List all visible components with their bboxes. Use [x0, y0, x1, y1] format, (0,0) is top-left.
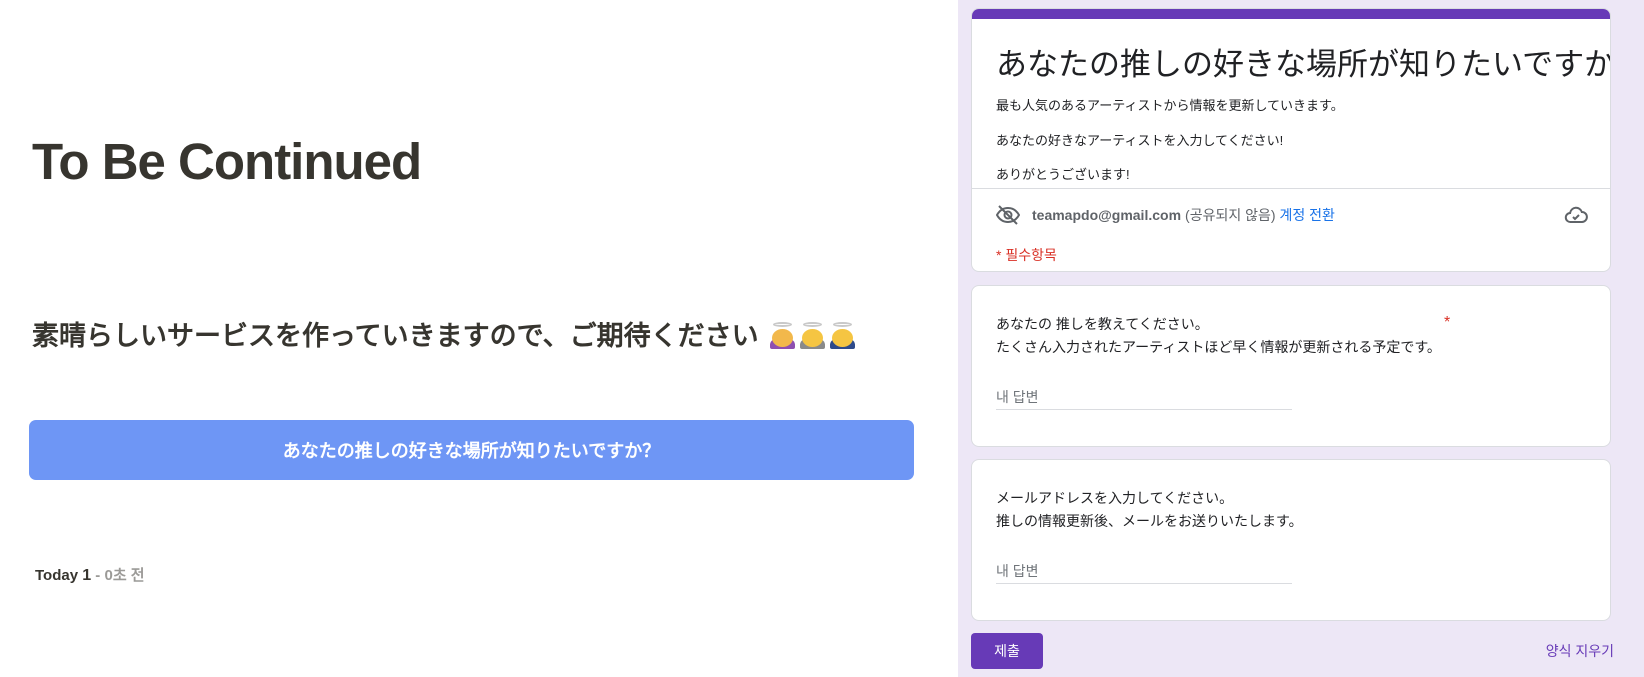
submit-button[interactable]: 제출: [971, 633, 1043, 669]
survey-link-button[interactable]: あなたの推しの好きな場所が知りたいですか？: [29, 420, 914, 480]
oshi-answer-input[interactable]: [996, 384, 1292, 410]
question-text: メールアドレスを入力してください。: [996, 490, 1234, 506]
counter-label: Today: [35, 567, 79, 584]
visit-counter: Today 1 - 0초 전: [35, 564, 145, 585]
subtitle-text: 素晴らしいサービスを作っていきますので、ご期待ください: [32, 321, 759, 351]
question-text: あなたの 推しを教えてください。: [996, 316, 1209, 332]
counter-count: 1: [82, 567, 92, 584]
required-note: * 필수항목: [996, 247, 1057, 263]
form-description-line: 最も人気のあるアーティストから情報を更新していきます。: [996, 98, 1344, 113]
question-text: たくさん入力されたアーティストほど早く情報が更新される予定です。: [996, 339, 1441, 355]
google-form-panel: あなたの推しの好きな場所が知りたいですか？ 最も人気のあるアーティストから情報を…: [958, 0, 1644, 677]
form-header-card: あなたの推しの好きな場所が知りたいですか？ 最も人気のあるアーティストから情報を…: [971, 8, 1611, 272]
form-accent-bar: [972, 9, 1610, 19]
required-asterisk: *: [1444, 314, 1451, 331]
eye-off-icon: [996, 205, 1020, 225]
header-divider: [972, 188, 1610, 189]
not-shared-label: (공유되지 않음): [1185, 207, 1276, 223]
account-email: teamapdo@gmail.com: [1032, 207, 1182, 223]
switch-account-link[interactable]: 계정 전환: [1280, 205, 1335, 225]
clear-form-button[interactable]: 양식 지우기: [1546, 641, 1614, 661]
question-card-oshi: あなたの 推しを教えてください。 * たくさん入力されたアーティストほど早く情報…: [971, 285, 1611, 447]
page-subtitle: 素晴らしいサービスを作っていきますので、ご期待ください: [32, 314, 856, 353]
page-title: To Be Continued: [32, 133, 422, 190]
form-description-line: あなたの好きなアーティストを入力してください!: [996, 133, 1284, 148]
cloud-saved-icon: [1564, 206, 1588, 223]
question-text: 推しの情報更新後、メールをお送りいたします。: [996, 513, 1303, 529]
woman-pouting-icon: [769, 322, 796, 349]
counter-elapsed: 0초 전: [104, 567, 145, 584]
question-card-email: メールアドレスを入力してください。 推しの情報更新後、メールをお送りいたします。: [971, 459, 1611, 621]
landing-panel: To Be Continued 素晴らしいサービスを作っていきますので、ご期待く…: [0, 0, 958, 677]
account-row: teamapdo@gmail.com (공유되지 않음) 계정 전환: [996, 202, 1588, 228]
form-description-line: ありがとうございます!: [996, 167, 1130, 182]
man-bowing-icon: [829, 322, 856, 349]
person-bowing-icon: [799, 322, 826, 349]
counter-separator: -: [91, 567, 105, 584]
email-answer-input[interactable]: [996, 558, 1292, 584]
form-title: あなたの推しの好きな場所が知りたいですか？: [996, 47, 1611, 82]
